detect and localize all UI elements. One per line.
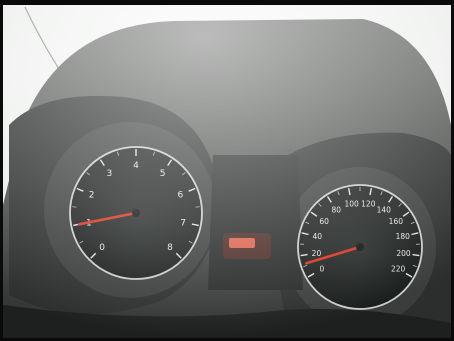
photo-haze xyxy=(3,5,451,338)
instrument-cluster-photo: 012345678 020406080100120140160180200220 xyxy=(3,5,451,338)
photo-frame: 012345678 020406080100120140160180200220 xyxy=(0,0,454,341)
